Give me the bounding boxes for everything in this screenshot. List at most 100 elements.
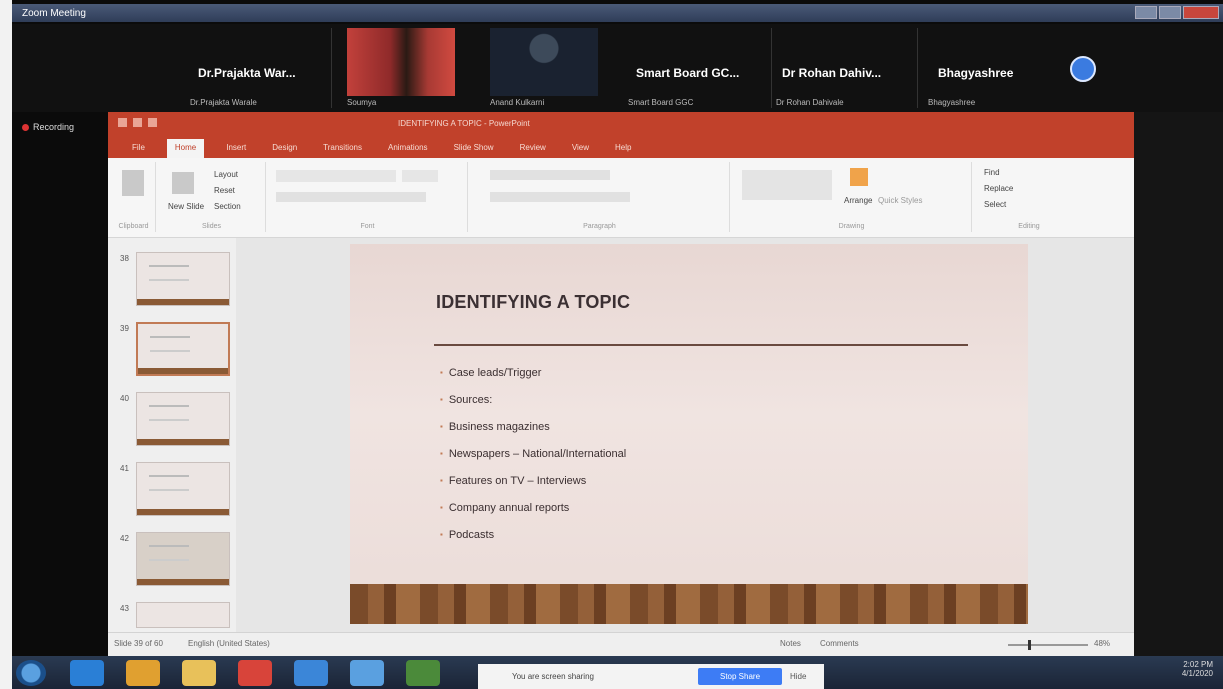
find-button[interactable]: Find — [984, 168, 1000, 177]
start-button-icon[interactable] — [16, 660, 46, 686]
tab-review[interactable]: Review — [516, 143, 550, 158]
select-button[interactable]: Select — [984, 200, 1006, 209]
slide-number: 40 — [120, 394, 129, 403]
bullet-marker-icon: ▪ — [440, 475, 443, 485]
slide-thumbnail[interactable] — [136, 532, 230, 586]
participant-video[interactable] — [490, 28, 598, 96]
zoom-icon[interactable] — [294, 660, 328, 686]
language-indicator[interactable]: English (United States) — [188, 639, 270, 648]
section-button[interactable]: Section — [214, 202, 241, 211]
replace-button[interactable]: Replace — [984, 184, 1013, 193]
zoom-slider-knob[interactable] — [1028, 640, 1031, 650]
tab-design[interactable]: Design — [268, 143, 301, 158]
file-explorer-icon[interactable] — [126, 660, 160, 686]
app-icon[interactable] — [406, 660, 440, 686]
slide-number: 42 — [120, 534, 129, 543]
align-buttons[interactable] — [490, 192, 630, 202]
slide-number: 41 — [120, 464, 129, 473]
font-size-select[interactable] — [402, 170, 438, 182]
bullet-item: ▪ Case leads/Trigger — [440, 366, 542, 379]
folder-icon[interactable] — [182, 660, 216, 686]
window-edge — [0, 0, 12, 689]
slide-thumbnail[interactable] — [136, 462, 230, 516]
bullet-marker-icon: ▪ — [440, 367, 443, 377]
hide-button[interactable]: Hide — [790, 672, 806, 681]
bullet-marker-icon: ▪ — [440, 394, 443, 404]
avatar[interactable] — [1070, 56, 1096, 82]
shapes-gallery[interactable] — [742, 170, 832, 200]
group-label: Slides — [201, 223, 222, 230]
participant-tile[interactable]: Smart Board GC... Smart Board GGC — [624, 28, 772, 108]
slide-counter: Slide 39 of 60 — [114, 639, 163, 648]
slide-thumbnail[interactable] — [136, 602, 230, 628]
arrange-button[interactable]: Arrange — [844, 196, 872, 205]
participant-video[interactable] — [347, 28, 455, 96]
participant-name: Smart Board GC... — [636, 66, 740, 80]
participant-strip: Dr.Prajakta War... Dr.Prajakta Warale So… — [12, 24, 1223, 112]
window-title: Zoom Meeting — [22, 7, 86, 19]
slide-canvas[interactable]: IDENTIFYING A TOPIC ▪ Case leads/Trigger … — [350, 244, 1028, 624]
chrome-icon[interactable] — [238, 660, 272, 686]
save-icon[interactable] — [118, 118, 127, 127]
arrange-icon[interactable] — [850, 168, 868, 186]
window-controls — [1135, 6, 1219, 19]
slide-number: 43 — [120, 604, 129, 613]
notes-button[interactable]: Notes — [780, 639, 801, 648]
tab-insert[interactable]: Insert — [222, 143, 250, 158]
camera-icon[interactable] — [350, 660, 384, 686]
drawing-group: Arrange Quick Styles Drawing — [732, 162, 972, 232]
slide-title: IDENTIFYING A TOPIC — [436, 292, 631, 312]
group-label: Paragraph — [583, 223, 616, 230]
workspace: 38 39 40 41 42 43 IDENTIFYING A TOPIC ▪ C… — [108, 238, 1134, 636]
participant-tile[interactable]: Dr Rohan Dahiv... Dr Rohan Dahivale — [772, 28, 918, 108]
group-label: Drawing — [838, 223, 865, 230]
participant-tile[interactable]: Bhagyashree Bhagyashree — [918, 28, 1058, 108]
bullet-marker-icon: ▪ — [440, 529, 443, 539]
slide-thumbnail[interactable] — [136, 322, 230, 376]
maximize-button[interactable] — [1159, 6, 1181, 19]
new-slide-button[interactable]: New Slide — [168, 202, 204, 211]
slide-thumbnail[interactable] — [136, 392, 230, 446]
system-tray[interactable]: 2:02 PM 4/1/2020 — [1182, 660, 1213, 678]
new-slide-icon[interactable] — [172, 172, 194, 194]
document-title: IDENTIFYING A TOPIC - PowerPoint — [398, 119, 530, 128]
tab-animations[interactable]: Animations — [384, 143, 432, 158]
recording-indicator[interactable]: Recording — [22, 122, 74, 132]
bullet-marker-icon: ▪ — [440, 502, 443, 512]
zoom-slider[interactable] — [1008, 640, 1088, 650]
bullet-item: ▪ Sources: — [440, 393, 493, 406]
ribbon: Clipboard New Slide Layout Reset Section… — [108, 158, 1134, 238]
reset-button[interactable]: Reset — [214, 186, 235, 195]
font-format-buttons[interactable] — [276, 192, 426, 202]
close-button[interactable] — [1183, 6, 1219, 19]
redo-icon[interactable] — [148, 118, 157, 127]
tab-transitions[interactable]: Transitions — [319, 143, 366, 158]
stop-share-button[interactable]: Stop Share — [698, 668, 782, 685]
internet-explorer-icon[interactable] — [70, 660, 104, 686]
minimize-button[interactable] — [1135, 6, 1157, 19]
tab-view[interactable]: View — [568, 143, 593, 158]
quick-styles-button[interactable]: Quick Styles — [878, 196, 922, 205]
wood-floor-decoration — [350, 584, 1028, 624]
participant-tile[interactable]: Dr.Prajakta War... Dr.Prajakta Warale — [182, 28, 332, 108]
layout-button[interactable]: Layout — [214, 170, 238, 179]
list-buttons[interactable] — [490, 170, 610, 180]
clock-time: 2:02 PM — [1183, 660, 1213, 669]
tab-home[interactable]: Home — [166, 139, 205, 158]
group-label: Editing — [1018, 223, 1040, 230]
bullet-item: ▪ Newspapers – National/International — [440, 447, 627, 460]
slide-thumbnail[interactable] — [136, 252, 230, 306]
zoom-level[interactable]: 48% — [1094, 639, 1110, 648]
participant-name: Bhagyashree — [938, 66, 1014, 80]
quick-access-toolbar — [118, 118, 157, 127]
comments-button[interactable]: Comments — [820, 639, 859, 648]
tab-file[interactable]: File — [128, 143, 149, 158]
paste-icon[interactable] — [122, 170, 144, 196]
font-select[interactable] — [276, 170, 396, 182]
participant-label: Anand Kulkarni — [490, 98, 545, 107]
tab-help[interactable]: Help — [611, 143, 635, 158]
bullet-item: ▪ Company annual reports — [440, 501, 570, 514]
tab-slide-show[interactable]: Slide Show — [450, 143, 498, 158]
font-group: Font — [268, 162, 468, 232]
undo-icon[interactable] — [133, 118, 142, 127]
